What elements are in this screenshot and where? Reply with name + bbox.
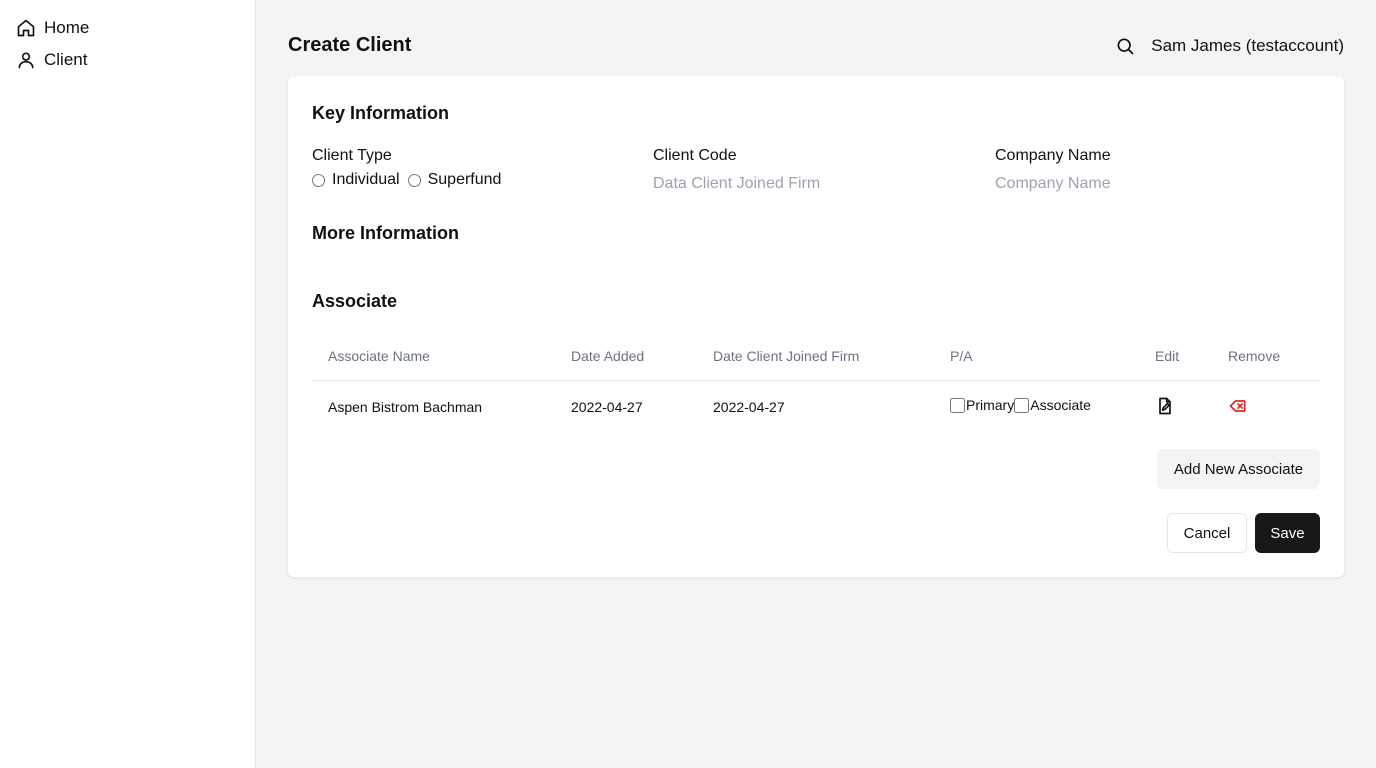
client-type-superfund-option[interactable]: Superfund [407,171,502,189]
individual-radio-label: Individual [332,171,400,188]
edit-document-icon[interactable] [1155,396,1175,416]
more-information-title: More Information [312,223,459,243]
superfund-radio[interactable] [407,173,421,187]
column-header-date-added: Date Added [571,348,645,364]
date-added-cell: 2022-04-27 [571,399,643,415]
home-icon [17,19,35,37]
pa-cell: Primary Associate [950,397,1091,413]
column-header-edit: Edit [1155,348,1180,364]
main-content: Create Client Sam James (testaccount) Ke… [256,0,1376,768]
company-name-label: Company Name [995,147,1111,164]
column-header-pa: P/A [950,348,973,364]
superfund-radio-label: Superfund [427,171,502,188]
primary-checkbox[interactable] [950,397,965,413]
edit-cell [1155,396,1175,419]
key-information-title: Key Information [312,103,450,123]
sidebar: Home Client [0,0,256,768]
associate-checkbox[interactable] [1014,397,1030,413]
individual-radio[interactable] [312,173,325,187]
sidebar-item-client[interactable]: Client [16,48,87,72]
sidebar-item-label: Home [44,18,90,37]
sidebar-item-label: Client [44,50,88,69]
column-header-date-joined: Date Client Joined Firm [713,348,860,364]
remove-cell [1228,396,1248,419]
primary-option[interactable]: Primary [950,397,1014,413]
client-code-input[interactable] [653,172,953,196]
client-form-card: Key Information Client Type Individual S… [288,76,1344,577]
save-button[interactable]: Save [1255,513,1320,553]
add-new-associate-button[interactable]: Add New Associate [1157,449,1320,489]
client-type-radio-group: Individual Superfund [312,171,501,189]
page-title: Create Client [288,34,412,56]
backspace-delete-icon[interactable] [1228,396,1248,416]
topbar-right: Sam James (testaccount) [1115,34,1344,58]
user-name[interactable]: Sam James (testaccount) [1151,36,1344,56]
column-header-associate-name: Associate Name [328,348,430,364]
associate-option[interactable]: Associate [1014,397,1091,413]
table-row: Aspen Bistrom Bachman 2022-04-27 2022-04… [312,381,1320,433]
column-header-remove: Remove [1228,348,1281,364]
associate-table: Associate Name Date Added Date Client Jo… [312,338,1320,433]
user-icon [18,52,34,69]
company-name-input[interactable] [995,172,1295,196]
sidebar-item-home[interactable]: Home [16,16,89,40]
search-icon[interactable] [1115,36,1135,56]
date-joined-cell: 2022-04-27 [713,399,785,415]
cancel-button[interactable]: Cancel [1167,513,1247,553]
client-code-label: Client Code [653,147,737,164]
client-type-label: Client Type [312,147,392,164]
associate-checkbox-label: Associate [1030,397,1091,413]
associate-name-cell: Aspen Bistrom Bachman [328,399,483,415]
primary-checkbox-label: Primary [966,397,1015,413]
client-type-individual-option[interactable]: Individual [312,171,400,189]
associate-section-title: Associate [312,291,398,311]
table-header-row: Associate Name Date Added Date Client Jo… [312,338,1320,381]
